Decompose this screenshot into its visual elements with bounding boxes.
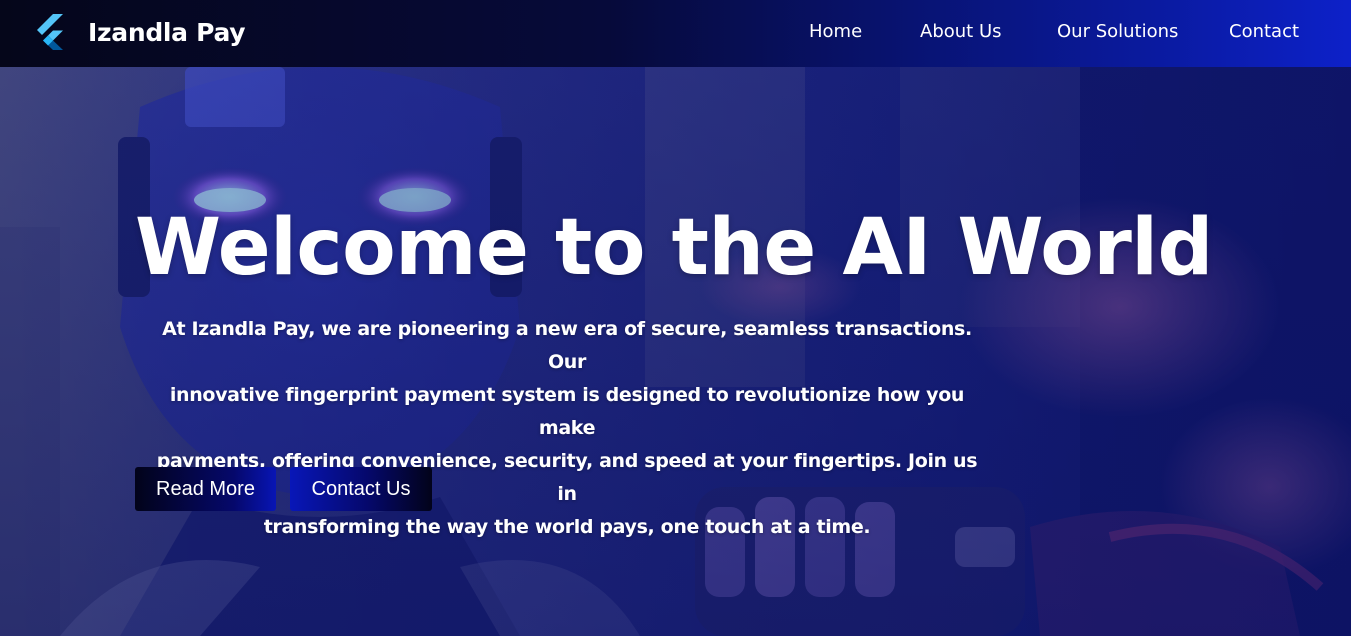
hero-section: Welcome to the AI World At Izandla Pay, …: [0, 67, 1351, 636]
hero-description-line: At Izandla Pay, we are pioneering a new …: [162, 318, 972, 373]
hero-title: Welcome to the AI World: [135, 203, 1213, 293]
hero-description-line: transforming the way the world pays, one…: [263, 516, 871, 538]
nav-link-about-us[interactable]: About Us: [920, 21, 1002, 42]
contact-us-button[interactable]: Contact Us: [290, 467, 432, 511]
brand[interactable]: Izandla Pay: [35, 14, 246, 50]
hero-description-line: innovative fingerprint payment system is…: [169, 384, 965, 439]
read-more-button[interactable]: Read More: [135, 467, 276, 511]
nav-link-our-solutions[interactable]: Our Solutions: [1057, 21, 1178, 42]
nav-link-contact[interactable]: Contact: [1229, 21, 1299, 42]
flutter-logo-icon: [37, 14, 63, 50]
nav-link-home[interactable]: Home: [809, 21, 862, 42]
brand-name: Izandla Pay: [88, 17, 246, 47]
top-navbar: Izandla Pay Home About Us Our Solutions …: [0, 0, 1351, 67]
